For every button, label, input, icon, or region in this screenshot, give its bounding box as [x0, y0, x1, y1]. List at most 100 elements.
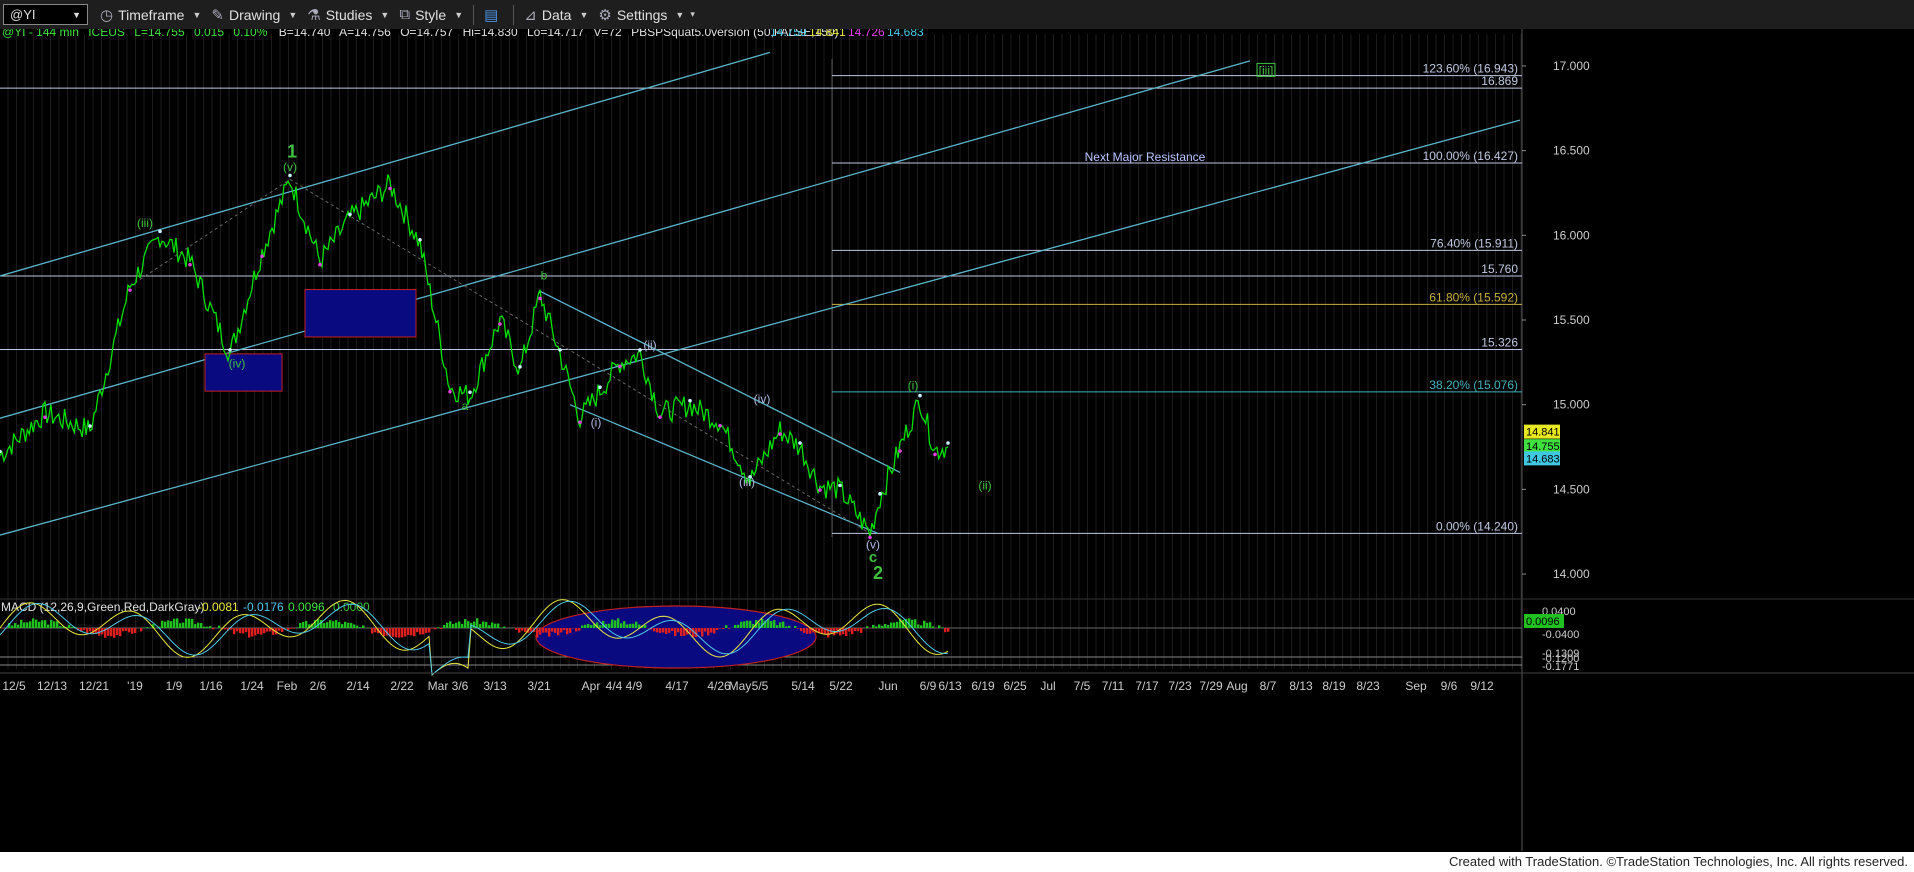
- macd-histogram-bar: [338, 622, 341, 628]
- macd-histogram-bar: [659, 628, 662, 633]
- swing-low-dot: [778, 432, 782, 436]
- macd-histogram-bar: [779, 622, 782, 628]
- timeframe-button[interactable]: ◷ Timeframe ▼: [100, 6, 201, 24]
- macd-histogram-bar: [614, 620, 617, 628]
- x-tick-label: '19: [127, 679, 143, 693]
- swing-low-dot: [128, 288, 132, 292]
- macd-histogram-bar: [941, 627, 944, 628]
- macd-histogram-bar: [242, 628, 245, 634]
- macd-histogram-bar: [674, 628, 677, 637]
- macd-histogram-bar: [566, 628, 569, 635]
- settings-label: Settings: [616, 6, 668, 23]
- macd-histogram-bar: [362, 625, 365, 628]
- price-tag-label: 14.683: [1526, 453, 1560, 465]
- toolbar-divider: [473, 4, 475, 25]
- macd-histogram-bar: [914, 619, 917, 628]
- macd-histogram-bar: [302, 621, 305, 628]
- macd-histogram-bar: [599, 625, 602, 628]
- macd-histogram-bar: [785, 626, 788, 628]
- wave-label: (i): [908, 378, 919, 392]
- macd-histogram-bar: [56, 621, 59, 628]
- macd-histogram-bar: [320, 619, 323, 628]
- macd-histogram-bar: [734, 624, 737, 628]
- macd-histogram-bar: [536, 628, 539, 638]
- macd-histogram-bar: [623, 621, 626, 628]
- macd-histogram-bar: [626, 624, 629, 628]
- macd-histogram-bar: [113, 628, 116, 638]
- macd-histogram-bar: [305, 620, 308, 628]
- macd-histogram-bar: [848, 628, 851, 632]
- studies-button[interactable]: ⚗ Studies ▼: [307, 6, 389, 24]
- settings-button[interactable]: ⚙ Settings ▼ ▾: [598, 6, 695, 24]
- macd-histogram-bar: [278, 628, 281, 631]
- data-button[interactable]: ⊿ Data ▼: [524, 6, 588, 24]
- macd-histogram-bar: [197, 622, 200, 628]
- macd-histogram-bar: [206, 626, 209, 628]
- drawing-button[interactable]: ✎ Drawing ▼: [211, 6, 297, 24]
- swing-high-dot: [598, 385, 602, 389]
- macd-value: -0.0081: [198, 600, 239, 614]
- macd-histogram-bar: [167, 620, 170, 628]
- symbol-input[interactable]: @YI ▼: [3, 4, 88, 25]
- x-tick-label: 5/22: [829, 679, 853, 693]
- macd-histogram-bar: [554, 628, 557, 633]
- wave-label: (iv): [229, 356, 246, 370]
- macd-histogram-bar: [332, 621, 335, 628]
- low: Lo=14.717: [527, 29, 584, 39]
- macd-histogram-bar: [503, 626, 506, 628]
- macd-histogram-bar: [632, 623, 635, 628]
- macd-histogram-bar: [890, 622, 893, 628]
- high: Hi=14.830: [463, 29, 518, 39]
- x-tick-label: 8/23: [1356, 679, 1380, 693]
- macd-histogram-bar: [218, 625, 221, 628]
- price-chart[interactable]: 123.60% (16.943)16.869100.00% (16.427)76…: [0, 29, 1914, 851]
- macd-histogram-bar: [257, 628, 260, 634]
- fib-level-label: 16.869: [1481, 74, 1518, 88]
- data-label: Data: [541, 6, 572, 23]
- macd-histogram-bar: [569, 628, 572, 633]
- swing-high-dot: [158, 229, 162, 234]
- x-tick-label: 2/6: [310, 679, 327, 693]
- macd-histogram-bar: [125, 628, 128, 631]
- x-tick-label: 3/6: [452, 679, 469, 693]
- macd-histogram-bar: [122, 628, 125, 632]
- x-tick-label: 4/17: [665, 679, 689, 693]
- macd-histogram-bar: [323, 623, 326, 628]
- swing-high-dot: [838, 483, 842, 488]
- macd-histogram-bar: [140, 628, 143, 632]
- macd-histogram-bar: [458, 621, 461, 628]
- x-tick-label: 5/5: [752, 679, 769, 693]
- macd-histogram-bar: [59, 626, 62, 628]
- macd-histogram-bar: [515, 628, 518, 630]
- macd-histogram-bar: [371, 628, 374, 634]
- macd-histogram-bar: [437, 627, 440, 628]
- macd-histogram-bar: [713, 628, 716, 634]
- x-tick-label: 8/7: [1260, 679, 1277, 693]
- macd-histogram-bar: [164, 621, 167, 628]
- macd-histogram-bar: [248, 628, 251, 638]
- macd-histogram-bar: [617, 618, 620, 628]
- macd-histogram-bar: [440, 628, 443, 629]
- wave-label: (v): [283, 160, 297, 174]
- exchange: ICEUS: [88, 29, 125, 39]
- swing-high-dot: [288, 173, 292, 178]
- macd-histogram-bar: [128, 628, 131, 633]
- swing-low-dot: [658, 415, 662, 419]
- macd-histogram-bar: [68, 624, 71, 628]
- x-tick-label: 6/13: [938, 679, 962, 693]
- macd-histogram-bar: [449, 621, 452, 628]
- x-tick-label: 7/23: [1168, 679, 1192, 693]
- swing-low-dot: [260, 254, 264, 259]
- macd-histogram-bar: [287, 628, 290, 630]
- study-value: 14.841: [809, 29, 846, 39]
- macd-histogram-bar: [29, 621, 32, 628]
- style-button[interactable]: ⧉ Style ▼: [399, 6, 463, 23]
- swing-high-dot: [88, 424, 92, 428]
- fib-level-label: 38.20% (15.076): [1429, 378, 1518, 392]
- macd-histogram-bar: [608, 623, 611, 628]
- pct-change: 0.10%: [233, 29, 267, 39]
- layout-button[interactable]: ▤: [484, 6, 503, 24]
- x-tick-label: 1/16: [199, 679, 223, 693]
- net-change: 0.015: [194, 29, 224, 39]
- macd-histogram-bar: [662, 628, 665, 633]
